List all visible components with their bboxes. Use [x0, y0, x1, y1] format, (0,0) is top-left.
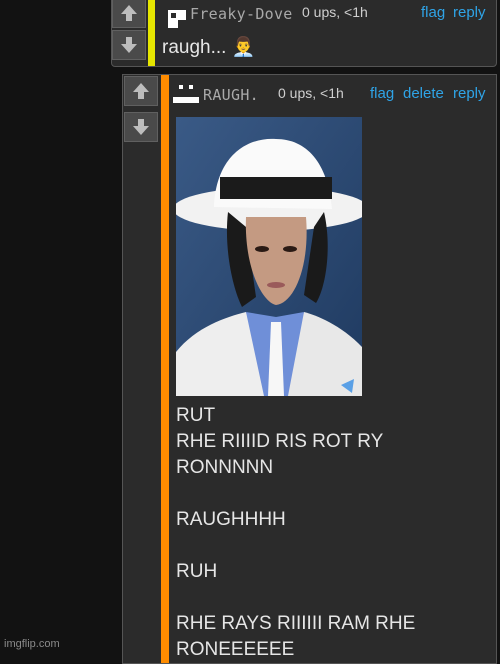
- comment-meta: 0 ups, <1h: [302, 4, 368, 20]
- arrow-up-icon: [121, 5, 137, 21]
- comment-raugh: RAUGH. 0 ups, <1h flag delete reply RUT …: [122, 74, 497, 664]
- comment-username[interactable]: Freaky-Dove: [190, 5, 293, 23]
- comment-image: [176, 117, 362, 396]
- comment-depth-bar: [148, 0, 155, 66]
- comment-text: RUT RHE RIIIID RIS ROT RY RONNNNN RAUGHH…: [176, 405, 416, 660]
- comment-depth-bar: [161, 75, 169, 663]
- user-avatar[interactable]: [160, 2, 186, 28]
- downvote-button[interactable]: [124, 112, 158, 142]
- arrow-down-icon: [121, 37, 137, 53]
- comment-text: raugh... 👨‍💼: [162, 37, 256, 58]
- user-avatar[interactable]: [173, 83, 199, 105]
- delete-link[interactable]: delete: [403, 85, 444, 102]
- portrait-illustration: [176, 117, 362, 396]
- flag-link[interactable]: flag: [370, 85, 394, 102]
- comment-freaky-dove: Freaky-Dove 0 ups, <1h flag reply raugh.…: [111, 0, 497, 67]
- arrow-down-icon: [133, 119, 149, 135]
- arrow-up-icon: [133, 83, 149, 99]
- reply-link[interactable]: reply: [453, 4, 486, 21]
- imgflip-watermark: imgflip.com: [4, 638, 60, 650]
- reply-link[interactable]: reply: [453, 85, 486, 102]
- downvote-button[interactable]: [112, 30, 146, 60]
- flag-link[interactable]: flag: [421, 4, 445, 21]
- comment-meta: 0 ups, <1h: [278, 85, 344, 101]
- upvote-button[interactable]: [112, 0, 146, 28]
- upvote-button[interactable]: [124, 76, 158, 106]
- comment-username[interactable]: RAUGH.: [203, 86, 259, 104]
